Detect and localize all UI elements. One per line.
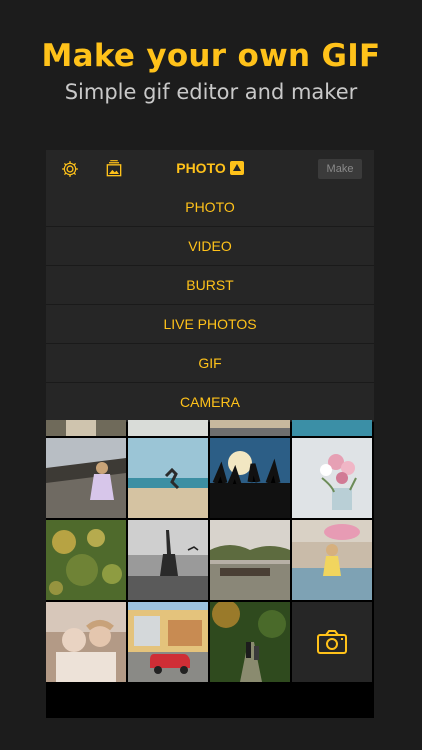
- camera-icon: [317, 630, 347, 654]
- nav-bar: PHOTO Make: [46, 150, 374, 189]
- photo-thumbnail[interactable]: [292, 420, 372, 436]
- photo-thumbnail[interactable]: [210, 438, 290, 518]
- photo-thumbnail[interactable]: [292, 438, 372, 518]
- promo-headline: Make your own GIF: [41, 38, 381, 74]
- photo-thumbnail[interactable]: [128, 420, 208, 436]
- menu-item-gif[interactable]: GIF: [46, 344, 374, 383]
- source-menu: PHOTO VIDEO BURST LIVE PHOTOS GIF CAMERA: [46, 188, 374, 422]
- bottom-bar: [46, 684, 374, 718]
- photo-thumbnail[interactable]: [46, 520, 126, 600]
- app-screen: PHOTO Make PHOTO VIDEO BURST LIVE PHOTOS…: [46, 150, 374, 718]
- photo-thumbnail[interactable]: [210, 520, 290, 600]
- photo-thumbnail[interactable]: [46, 602, 126, 682]
- photo-thumbnail[interactable]: [128, 438, 208, 518]
- make-button[interactable]: Make: [318, 159, 362, 179]
- photo-thumbnail[interactable]: [128, 520, 208, 600]
- menu-item-live-photos[interactable]: LIVE PHOTOS: [46, 305, 374, 344]
- menu-item-burst[interactable]: BURST: [46, 266, 374, 305]
- photo-thumbnail[interactable]: [128, 602, 208, 682]
- photo-grid: [46, 420, 374, 684]
- triangle-up-icon: [229, 161, 244, 175]
- photo-thumbnail[interactable]: [46, 438, 126, 518]
- photo-thumbnail[interactable]: [46, 420, 126, 436]
- promo-subline: Simple gif editor and maker: [64, 80, 358, 104]
- menu-item-photo[interactable]: PHOTO: [46, 188, 374, 227]
- menu-item-video[interactable]: VIDEO: [46, 227, 374, 266]
- open-camera-button[interactable]: [292, 602, 372, 682]
- source-selector-label: PHOTO: [176, 160, 226, 176]
- photo-thumbnail[interactable]: [210, 602, 290, 682]
- menu-item-camera[interactable]: CAMERA: [46, 383, 374, 422]
- photo-thumbnail[interactable]: [210, 420, 290, 436]
- photo-thumbnail[interactable]: [292, 520, 372, 600]
